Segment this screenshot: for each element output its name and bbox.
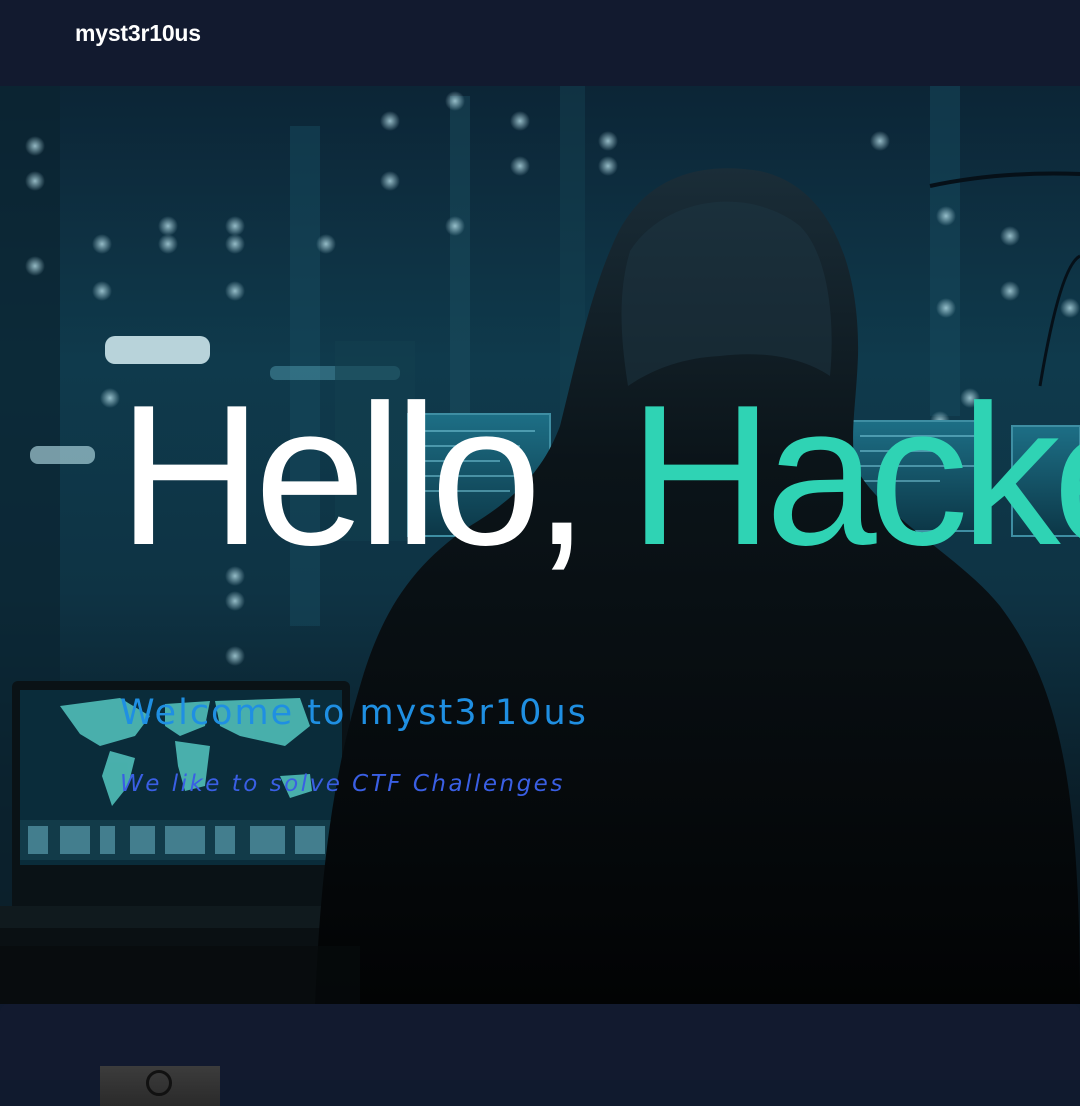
hero-title-prefix: Hello, [118,364,629,587]
about-section [0,1004,1080,1106]
hero-subtitle: Welcome to myst3r10us [120,693,588,733]
hero-title-accent: Hacker [628,364,1080,587]
profile-image [100,1066,220,1106]
hero-tagline: We like to solve CTF Challenges [120,771,565,797]
hero-title: Hello, Hacker [118,376,1080,576]
brand-logo-link[interactable]: myst3r10us [75,20,201,47]
navbar: myst3r10us [0,0,1080,86]
avatar-head-shape [146,1070,172,1096]
hero-section: Hello, Hacker Welcome to myst3r10us We l… [0,86,1080,1004]
